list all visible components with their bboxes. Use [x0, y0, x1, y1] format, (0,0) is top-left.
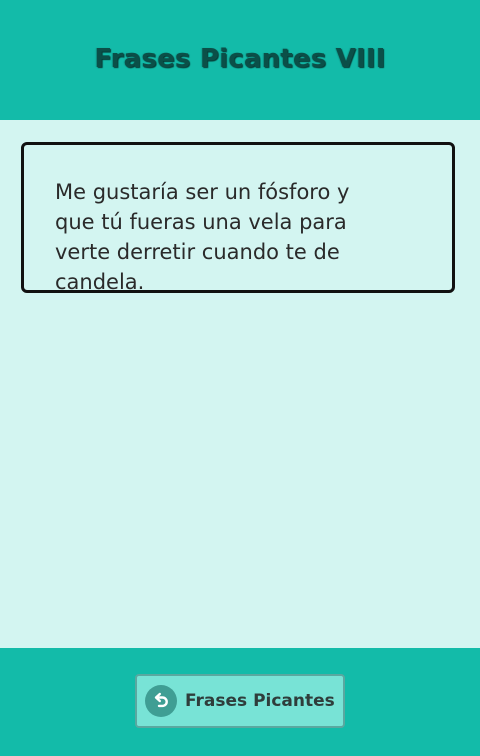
- main-content: Me gustaría ser un fósforo y que tú fuer…: [0, 120, 480, 648]
- app-footer: Frases Picantes: [0, 648, 480, 756]
- phrase-text: Me gustaría ser un fósforo y que tú fuer…: [55, 180, 350, 294]
- phrase-card: Me gustaría ser un fósforo y que tú fuer…: [21, 142, 455, 294]
- back-button-label: Frases Picantes: [185, 691, 335, 711]
- back-to-phrases-button[interactable]: Frases Picantes: [135, 674, 345, 728]
- undo-arrow-icon: [145, 685, 177, 717]
- app-header: Frases Picantes VIII: [0, 0, 480, 120]
- page-title: Frases Picantes VIII: [94, 44, 386, 74]
- app-screen: Frases Picantes VIII Me gustaría ser un …: [0, 0, 480, 756]
